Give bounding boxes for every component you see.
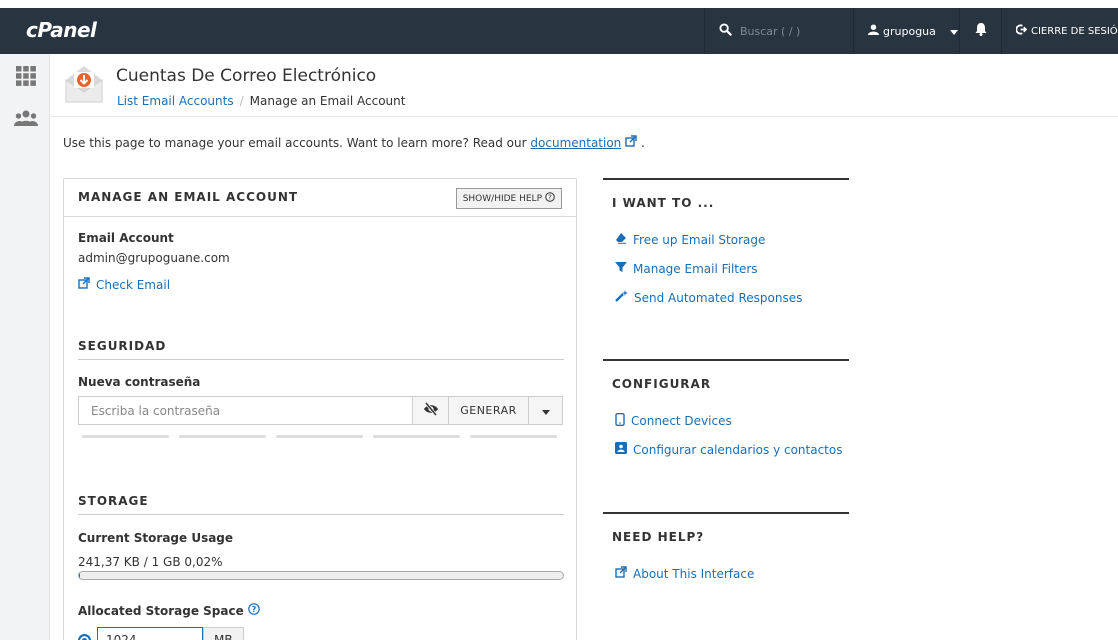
user-icon — [868, 24, 879, 38]
documentation-link[interactable]: documentation — [530, 136, 621, 150]
external-link-icon — [615, 566, 627, 581]
free-up-storage-label: Free up Email Storage — [633, 232, 766, 247]
manage-filters-link[interactable]: Manage Email Filters — [615, 261, 758, 276]
breadcrumb-current: Manage an Email Account — [249, 94, 406, 108]
panel-title: MANAGE AN EMAIL ACCOUNT — [78, 190, 299, 204]
security-section-title: SEGURIDAD — [78, 339, 564, 360]
i-want-to-section: I WANT TO ... Free up Email Storage Mana… — [603, 178, 849, 358]
manage-account-panel: MANAGE AN EMAIL ACCOUNT SHOW/HIDE HELP ?… — [63, 178, 577, 640]
check-email-link[interactable]: Check Email — [78, 277, 170, 292]
current-usage-label: Current Storage Usage — [78, 531, 234, 545]
intro-text: Use this page to manage your email accou… — [63, 135, 645, 150]
intro-sentence: Use this page to manage your email accou… — [63, 136, 527, 150]
storage-usage-bar — [78, 571, 564, 580]
quota-radio[interactable] — [78, 633, 91, 640]
need-help-section: NEED HELP? About This Interface — [603, 512, 849, 612]
connect-devices-link[interactable]: Connect Devices — [615, 412, 732, 429]
question-circle-icon: ? — [545, 192, 555, 205]
storage-section-title: STORAGE — [78, 494, 564, 515]
quota-row: MB — [78, 627, 244, 640]
configurar-section: CONFIGURAR Connect Devices Configurar ca… — [603, 359, 849, 509]
email-account-label: Email Account — [78, 231, 174, 245]
breadcrumb-separator: / — [239, 94, 244, 108]
password-input-group: GENERAR — [78, 396, 563, 425]
svg-text:?: ? — [251, 605, 256, 614]
strength-segment — [179, 435, 266, 438]
password-input[interactable] — [79, 397, 412, 424]
breadcrumb-link-list-accounts[interactable]: List Email Accounts — [117, 94, 234, 108]
allocated-storage-heading: Allocated Storage Space ? — [78, 603, 260, 618]
page-header: Cuentas De Correo Electrónico List Email… — [50, 54, 1118, 117]
breadcrumb: List Email Accounts / Manage an Email Acco… — [117, 94, 405, 108]
bell-icon — [975, 23, 987, 39]
email-account-value: admin@grupoguane.com — [78, 251, 230, 265]
need-help-title: NEED HELP? — [612, 530, 705, 544]
check-email-label: Check Email — [96, 277, 171, 292]
user-menu[interactable]: grupogua — [853, 8, 959, 54]
logout-button[interactable]: CIERRE DE SESIÓN — [1001, 8, 1118, 54]
i-want-to-title: I WANT TO ... — [612, 196, 715, 210]
strength-segment — [276, 435, 363, 438]
generate-password-button[interactable]: GENERAR — [448, 397, 528, 424]
svg-text:?: ? — [548, 194, 552, 202]
connect-devices-label: Connect Devices — [631, 414, 732, 428]
logout-label: CIERRE DE SESIÓN — [1031, 25, 1118, 37]
help-button-label: SHOW/HIDE HELP — [462, 193, 542, 204]
strength-segment — [470, 435, 557, 438]
new-password-label: Nueva contraseña — [78, 375, 201, 389]
help-circle-icon[interactable]: ? — [247, 603, 260, 618]
logout-icon — [1015, 24, 1028, 38]
apps-grid-icon[interactable] — [14, 64, 38, 88]
quota-input[interactable] — [97, 627, 203, 640]
email-envelope-icon — [62, 62, 106, 109]
password-strength-meter — [82, 435, 557, 438]
about-interface-link[interactable]: About This Interface — [615, 566, 754, 581]
strength-segment — [373, 435, 460, 438]
intro-suffix: . — [640, 136, 645, 150]
configurar-title: CONFIGURAR — [612, 377, 712, 391]
current-usage-value: 241,37 KB / 1 GB 0,02% — [78, 555, 223, 569]
auto-responses-link[interactable]: Send Automated Responses — [615, 290, 802, 305]
page-title: Cuentas De Correo Electrónico — [116, 66, 377, 86]
external-link-icon — [78, 277, 90, 292]
search-input[interactable] — [740, 24, 840, 38]
generate-options-dropdown[interactable] — [528, 397, 562, 424]
users-icon[interactable] — [14, 106, 38, 130]
cpanel-logo[interactable]: cPanel — [26, 18, 97, 42]
eye-slash-icon — [423, 402, 439, 419]
auto-responses-label: Send Automated Responses — [634, 290, 803, 305]
notifications-button[interactable] — [959, 8, 1001, 54]
quota-unit: MB — [203, 627, 244, 640]
eraser-icon — [615, 232, 627, 247]
external-link-icon — [625, 135, 641, 150]
top-navbar: cPanel grupogua CIERRE DE SESIÓN — [0, 8, 1118, 54]
strength-segment — [82, 435, 169, 438]
about-interface-label: About This Interface — [633, 566, 755, 581]
sidebar — [0, 54, 50, 640]
manage-filters-label: Manage Email Filters — [633, 261, 758, 276]
search-icon — [719, 23, 732, 39]
magic-wand-icon — [615, 290, 628, 305]
address-card-icon — [615, 442, 627, 457]
panel-header: MANAGE AN EMAIL ACCOUNT SHOW/HIDE HELP ? — [64, 179, 576, 217]
toggle-password-visibility-button[interactable] — [412, 397, 448, 424]
search-box[interactable] — [704, 8, 852, 54]
caret-down-icon — [541, 404, 550, 418]
filter-icon — [615, 261, 627, 276]
allocated-storage-label: Allocated Storage Space — [78, 603, 244, 618]
caret-down-icon — [949, 25, 958, 38]
mobile-phone-icon — [615, 412, 625, 429]
show-hide-help-button[interactable]: SHOW/HIDE HELP ? — [455, 188, 562, 209]
username-label: grupogua — [883, 24, 936, 38]
calendars-contacts-label: Configurar calendarios y contactos — [633, 442, 843, 457]
free-up-storage-link[interactable]: Free up Email Storage — [615, 232, 765, 247]
calendars-contacts-link[interactable]: Configurar calendarios y contactos — [615, 442, 842, 457]
